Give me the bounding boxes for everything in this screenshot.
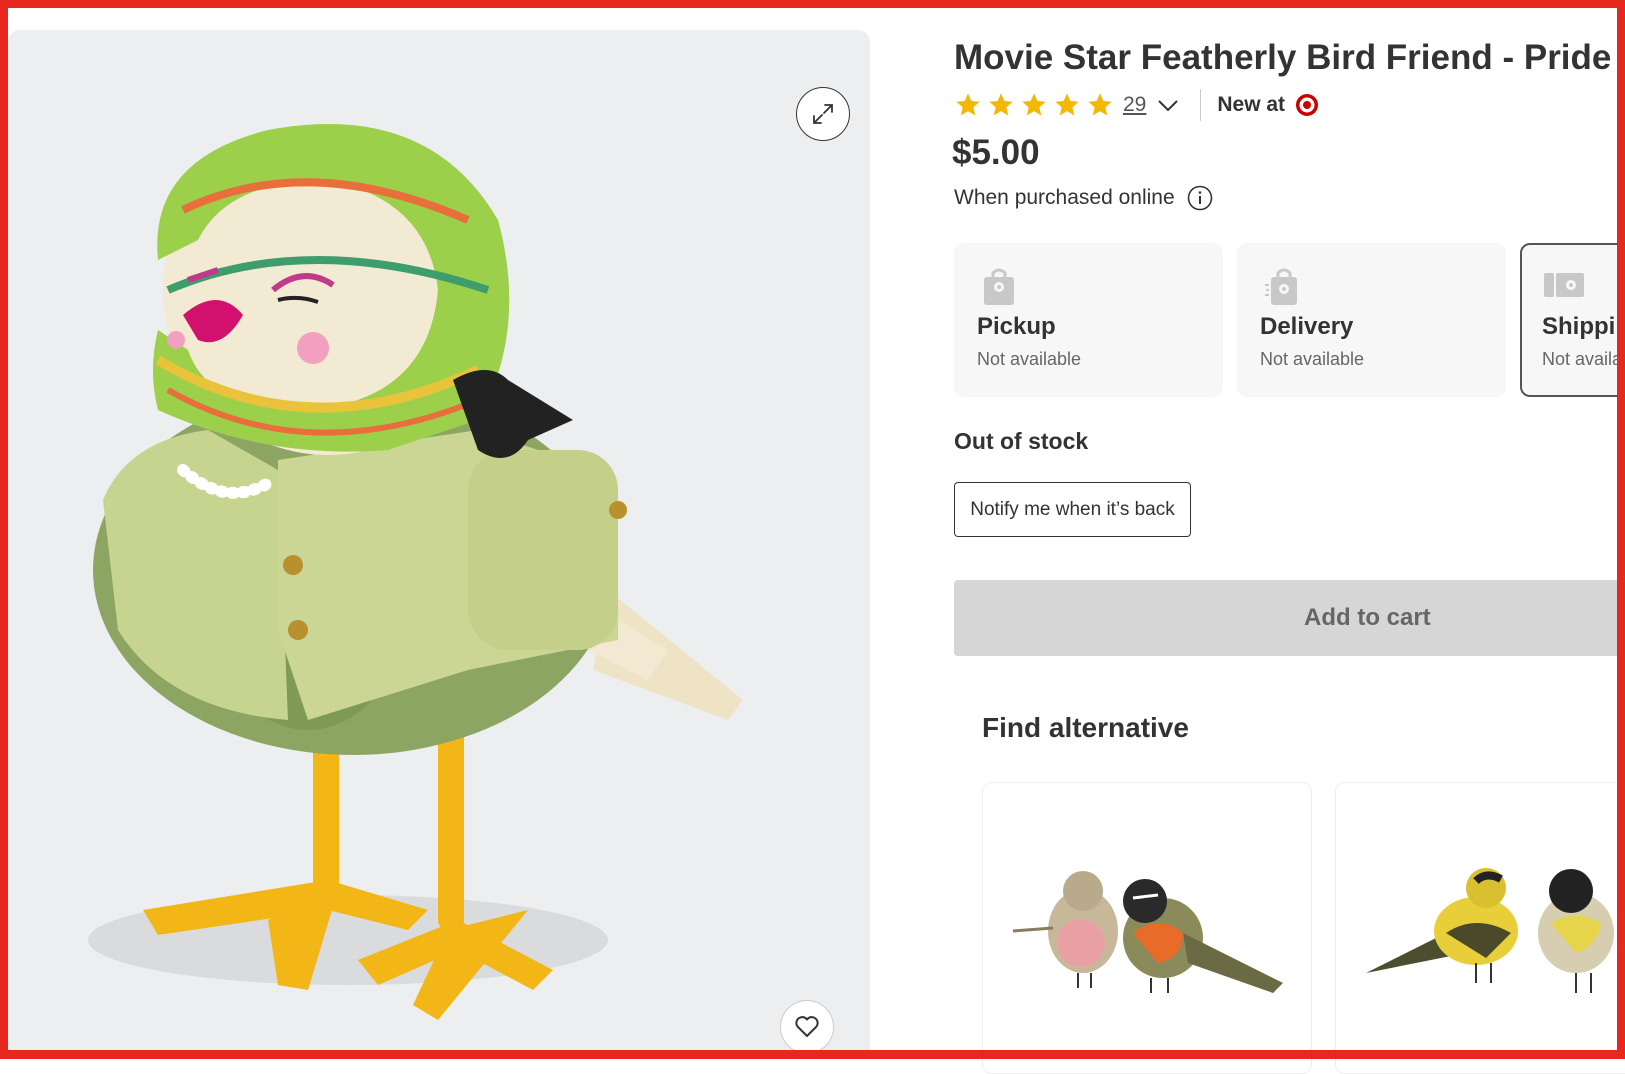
two-birds-robin-image xyxy=(1012,871,1283,993)
shipping-truck-icon xyxy=(1544,273,1584,297)
fulfillment-status: Not available xyxy=(977,349,1082,369)
rating-row: 29 New at xyxy=(954,88,1319,122)
star-icon xyxy=(956,93,980,116)
rating-stars[interactable] xyxy=(954,91,1114,119)
fulfillment-title: Shipping xyxy=(1542,313,1625,340)
info-icon[interactable] xyxy=(1187,185,1213,211)
chevron-down-icon[interactable] xyxy=(1156,93,1180,117)
alternative-product-card[interactable] xyxy=(982,782,1312,1074)
add-to-cart-label: Add to cart xyxy=(1304,604,1431,631)
fulfillment-title: Delivery xyxy=(1260,313,1354,340)
two-birds-yellow-image xyxy=(1366,868,1614,993)
expand-image-button[interactable] xyxy=(796,87,850,141)
star-icon xyxy=(989,93,1013,116)
rating-divider xyxy=(1200,89,1202,121)
stock-status: Out of stock xyxy=(954,428,1089,454)
star-icon xyxy=(1088,93,1112,116)
product-image-panel[interactable] xyxy=(8,30,870,1051)
store-bag-icon xyxy=(984,268,1014,305)
fulfillment-title: Pickup xyxy=(977,313,1056,340)
fulfillment-status: Not available xyxy=(1542,349,1625,369)
add-to-cart-button[interactable]: Add to cart xyxy=(954,580,1625,656)
delivery-bag-icon xyxy=(1265,268,1297,305)
product-price: $5.00 xyxy=(952,133,1040,172)
heart-icon xyxy=(795,1016,819,1037)
fulfillment-shipping-card[interactable]: Shipping Not available xyxy=(1520,243,1625,397)
review-count-link[interactable]: 29 xyxy=(1123,93,1146,117)
screenshot-frame-bottom xyxy=(0,1050,1625,1059)
fulfillment-delivery-card[interactable]: Delivery Not available xyxy=(1237,243,1506,397)
price-note: When purchased online xyxy=(954,186,1175,209)
favorite-button[interactable] xyxy=(780,1000,834,1054)
star-icon xyxy=(1022,93,1046,116)
fulfillment-pickup-card[interactable]: Pickup Not available xyxy=(954,243,1223,397)
product-title: Movie Star Featherly Bird Friend - Pride xyxy=(954,38,1612,77)
star-icon xyxy=(1055,93,1079,116)
alternatives-heading: Find alternative xyxy=(982,712,1189,743)
target-logo-icon xyxy=(1296,94,1319,116)
product-image xyxy=(88,124,743,1020)
alternative-product-card[interactable] xyxy=(1335,782,1625,1074)
expand-icon xyxy=(813,104,833,124)
fulfillment-status: Not available xyxy=(1260,349,1365,369)
new-at-label: New at xyxy=(1217,93,1286,116)
notify-me-button[interactable]: Notify me when it’s back xyxy=(954,482,1191,537)
price-note-row: When purchased online xyxy=(954,185,1213,211)
